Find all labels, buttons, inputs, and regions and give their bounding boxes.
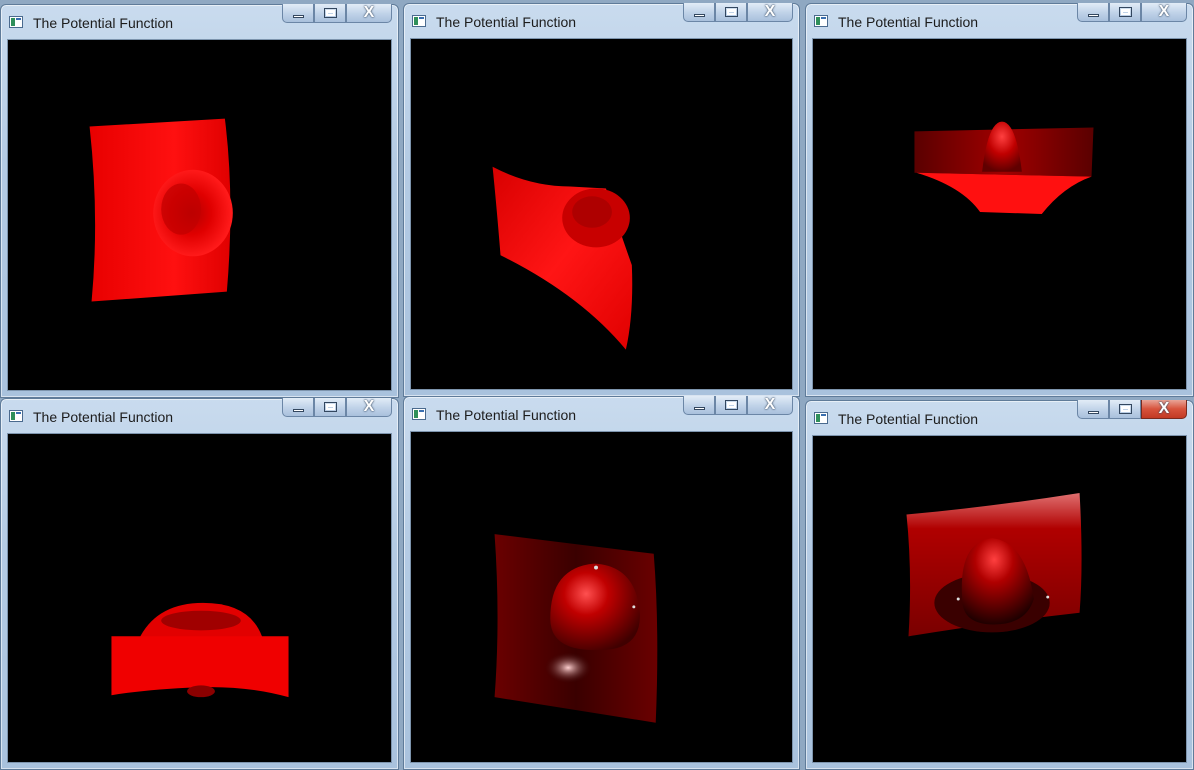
close-icon: X: [1158, 3, 1170, 20]
maximize-button[interactable]: [715, 3, 747, 22]
render-canvas[interactable]: [7, 39, 392, 391]
title-bar[interactable]: The Potential Function X: [404, 3, 799, 38]
window-5[interactable]: The Potential Function X: [403, 396, 800, 770]
potential-surface-view-1: [89, 118, 233, 302]
window-title: The Potential Function: [33, 15, 174, 31]
maximize-button[interactable]: [715, 396, 747, 415]
window-title: The Potential Function: [838, 14, 979, 30]
render-canvas[interactable]: [410, 38, 793, 390]
close-icon: X: [363, 4, 375, 21]
maximize-icon: [725, 7, 738, 17]
window-3[interactable]: The Potential Function X: [805, 3, 1194, 397]
window-title: The Potential Function: [436, 407, 577, 423]
render-canvas[interactable]: [812, 435, 1187, 763]
render-canvas[interactable]: [812, 38, 1187, 390]
close-button[interactable]: X: [346, 4, 392, 23]
title-bar[interactable]: The Potential Function X: [806, 3, 1193, 38]
app-icon[interactable]: [814, 15, 828, 27]
minimize-icon: [293, 15, 304, 18]
app-icon[interactable]: [814, 412, 828, 424]
window-title: The Potential Function: [838, 411, 979, 427]
minimize-button[interactable]: [683, 3, 715, 22]
potential-surface-view-5: [494, 534, 658, 723]
potential-surface-view-2: [492, 166, 633, 350]
render-canvas[interactable]: [7, 433, 392, 763]
potential-surface-view-6: [906, 492, 1082, 637]
close-icon: X: [764, 3, 776, 20]
render-canvas[interactable]: [410, 431, 793, 763]
minimize-button[interactable]: [1077, 3, 1109, 22]
window-1[interactable]: The Potential Function X: [0, 4, 399, 398]
maximize-button[interactable]: [1109, 3, 1141, 22]
close-button[interactable]: X: [747, 3, 793, 22]
maximize-button[interactable]: [314, 398, 346, 417]
title-bar[interactable]: The Potential Function X: [1, 4, 398, 39]
peak: [982, 121, 1022, 172]
rim: [916, 172, 1092, 214]
maximize-icon: [725, 400, 738, 410]
minimize-icon: [694, 14, 705, 17]
minimize-button[interactable]: [282, 398, 314, 417]
close-icon: X: [363, 398, 375, 415]
window-2[interactable]: The Potential Function X: [403, 3, 800, 397]
minimize-icon: [694, 407, 705, 410]
maximize-button[interactable]: [314, 4, 346, 23]
minimize-icon: [1088, 411, 1099, 414]
maximize-icon: [1119, 7, 1132, 17]
close-button[interactable]: X: [1141, 3, 1187, 22]
window-4[interactable]: The Potential Function X: [0, 398, 399, 770]
app-icon[interactable]: [412, 408, 426, 420]
app-icon[interactable]: [412, 15, 426, 27]
close-icon: X: [764, 396, 776, 413]
title-bar[interactable]: The Potential Function X: [404, 396, 799, 431]
app-icon[interactable]: [9, 16, 23, 28]
potential-surface-view-3: [914, 121, 1094, 214]
minimize-icon: [293, 409, 304, 412]
window-title: The Potential Function: [436, 14, 577, 30]
close-button[interactable]: X: [747, 396, 793, 415]
close-button[interactable]: X: [1141, 400, 1187, 419]
title-bar[interactable]: The Potential Function X: [1, 398, 398, 433]
window-title: The Potential Function: [33, 409, 174, 425]
close-icon: X: [1158, 400, 1170, 417]
minimize-button[interactable]: [1077, 400, 1109, 419]
minimize-button[interactable]: [683, 396, 715, 415]
minimize-icon: [1088, 14, 1099, 17]
close-button[interactable]: X: [346, 398, 392, 417]
app-icon[interactable]: [9, 410, 23, 422]
maximize-icon: [324, 8, 337, 18]
title-bar[interactable]: The Potential Function X: [806, 400, 1193, 435]
minimize-button[interactable]: [282, 4, 314, 23]
potential-surface-view-4: [111, 602, 289, 698]
maximize-icon: [1119, 404, 1132, 414]
maximize-icon: [324, 402, 337, 412]
window-6[interactable]: The Potential Function X: [805, 400, 1194, 770]
maximize-button[interactable]: [1109, 400, 1141, 419]
